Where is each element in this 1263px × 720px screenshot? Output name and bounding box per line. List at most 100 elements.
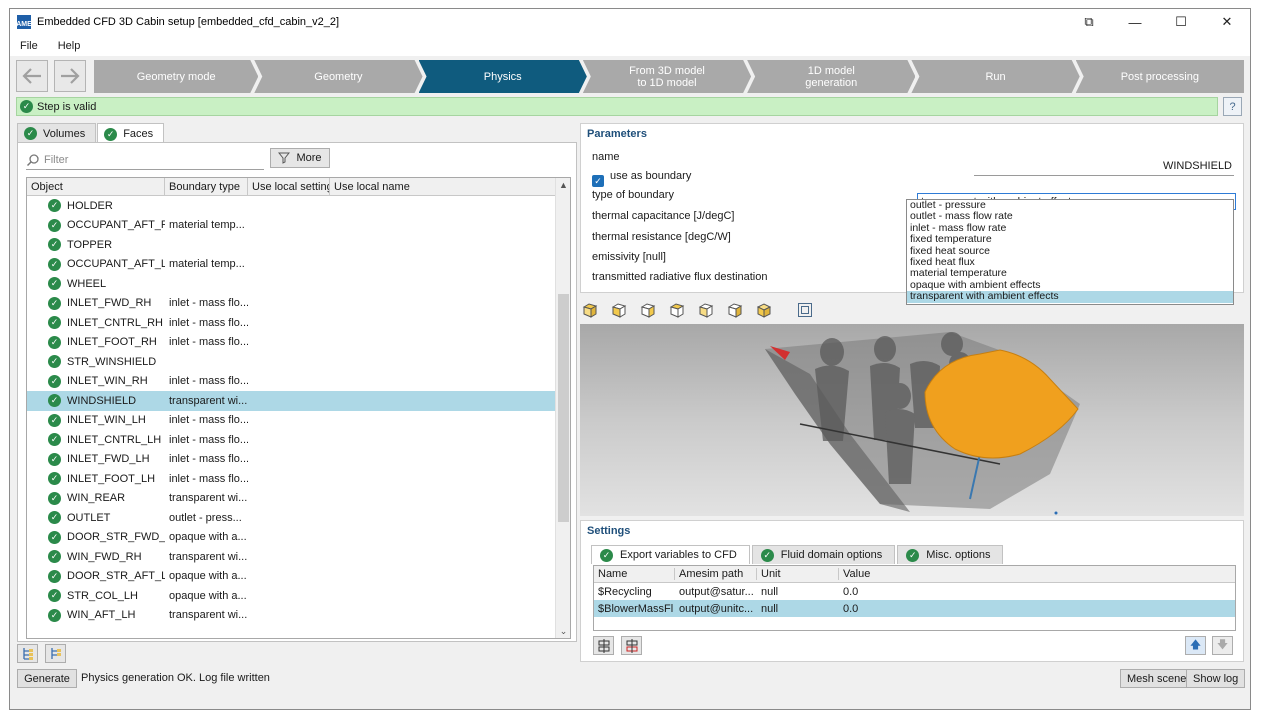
cube-iso-view-icon[interactable]	[754, 300, 774, 320]
minimize-button[interactable]: —	[1112, 9, 1158, 35]
menu-file[interactable]: File	[10, 40, 48, 52]
table-row[interactable]: ✓ DOOR_STR_FWD_RH opaque with a...	[27, 528, 556, 548]
table-row[interactable]: ✓ INLET_WIN_RH inlet - mass flo...	[27, 372, 556, 392]
step-post-processing[interactable]: Post processing	[1075, 60, 1244, 93]
object-cell: ✓ OCCUPANT_AFT_RH	[27, 218, 165, 232]
object-cell: ✓ WINDSHIELD	[27, 394, 165, 408]
more-button[interactable]: More	[270, 148, 330, 168]
generate-button[interactable]: Generate	[17, 669, 77, 688]
table-row[interactable]: $BlowerMassFl... output@unitc... null 0.0	[594, 600, 1235, 617]
tab-faces[interactable]: ✓ Faces	[97, 123, 165, 144]
cube-back-view-icon[interactable]	[609, 300, 629, 320]
scroll-up-icon[interactable]: ▲	[556, 178, 570, 192]
table-row[interactable]: ✓ INLET_WIN_LH inlet - mass flo...	[27, 411, 556, 431]
dropdown-option[interactable]: transparent with ambient effects	[907, 290, 1233, 303]
cube-front-view-icon[interactable]	[580, 300, 600, 320]
table-row[interactable]: ✓ INLET_FWD_LH inlet - mass flo...	[27, 450, 556, 470]
object-cell: ✓ WIN_FWD_RH	[27, 550, 165, 564]
table-row[interactable]: $Recycling output@satur... null 0.0	[594, 583, 1235, 600]
table-row[interactable]: ✓ WHEEL	[27, 274, 556, 294]
tab-fluid-domain[interactable]: ✓ Fluid domain options	[751, 545, 896, 564]
filter-input[interactable]: Filter	[26, 150, 264, 170]
column-use-local-settings[interactable]: Use local settings	[248, 178, 330, 196]
move-up-button[interactable]: 🡅	[1185, 636, 1206, 655]
thermal-capacitance-label: thermal capacitance [J/degC]	[592, 210, 735, 222]
3d-viewport[interactable]	[580, 324, 1244, 516]
table-row[interactable]: ✓ INLET_CNTRL_RH inlet - mass flo...	[27, 313, 556, 333]
dropdown-option[interactable]: fixed temperature	[907, 233, 1233, 245]
table-row[interactable]: ✓ HOLDER	[27, 196, 556, 216]
column-value[interactable]: Value	[839, 568, 1235, 580]
expand-all-button[interactable]	[17, 644, 38, 663]
step-1d-model[interactable]: 1D model generation	[747, 60, 915, 93]
maximize-button[interactable]: ☐	[1158, 9, 1204, 35]
name-field[interactable]: WINDSHIELD	[974, 160, 1234, 176]
table-row[interactable]: ✓ WINDSHIELD transparent wi...	[27, 391, 556, 411]
object-name: DOOR_STR_AFT_LH	[67, 570, 165, 583]
cube-top-view-icon[interactable]	[696, 300, 716, 320]
check-icon: ✓	[48, 589, 61, 603]
step-physics[interactable]: Physics	[419, 60, 587, 93]
validation-bar: ✓ Step is valid	[16, 97, 1218, 116]
table-row[interactable]: ✓ WIN_FWD_RH transparent wi...	[27, 547, 556, 567]
tab-export-variables[interactable]: ✓ Export variables to CFD	[591, 545, 750, 564]
step-label: Run	[985, 71, 1005, 83]
object-cell: ✓ DOOR_STR_AFT_LH	[27, 569, 165, 583]
table-row[interactable]: ✓ DOOR_STR_AFT_LH opaque with a...	[27, 567, 556, 587]
table-row[interactable]: ✓ OUTLET outlet - press...	[27, 508, 556, 528]
fit-view-icon[interactable]	[795, 300, 815, 320]
use-as-boundary-checkbox[interactable]: ✓	[592, 175, 604, 187]
mesh-scene-button[interactable]: Mesh scene	[1120, 669, 1194, 688]
back-button[interactable]	[16, 60, 48, 92]
table-row[interactable]: ✓ INLET_FOOT_LH inlet - mass flo...	[27, 469, 556, 489]
move-down-button[interactable]: 🡇	[1212, 636, 1233, 655]
cube-right-view-icon[interactable]	[667, 300, 687, 320]
step-geometry-mode[interactable]: Geometry mode	[94, 60, 258, 93]
column-unit[interactable]: Unit	[757, 568, 839, 580]
object-name: INLET_WIN_LH	[67, 414, 146, 427]
table-row[interactable]: ✓ INLET_CNTRL_LH inlet - mass flo...	[27, 430, 556, 450]
check-icon: ✓	[48, 608, 61, 622]
cube-bottom-view-icon[interactable]	[725, 300, 745, 320]
check-icon: ✓	[48, 316, 61, 330]
scrollbar-thumb[interactable]	[558, 294, 569, 522]
remove-variable-button[interactable]	[621, 636, 642, 655]
object-name: DOOR_STR_FWD_RH	[67, 531, 165, 544]
menu-help[interactable]: Help	[48, 40, 91, 52]
workflow-stepper: Geometry mode Geometry Physics From 3D mode…	[16, 60, 1244, 93]
table-row[interactable]: ✓ WIN_AFT_LH transparent wi...	[27, 606, 556, 626]
table-row[interactable]: ✓ TOPPER	[27, 235, 556, 255]
table-row[interactable]: ✓ OCCUPANT_AFT_RH material temp...	[27, 216, 556, 236]
table-row[interactable]: ✓ INLET_FOOT_RH inlet - mass flo...	[27, 333, 556, 353]
boundary-type-cell: inlet - mass flo...	[169, 336, 248, 349]
cube-left-view-icon[interactable]	[638, 300, 658, 320]
tab-misc-options[interactable]: ✓ Misc. options	[897, 545, 1004, 564]
use-as-boundary-label: use as boundary	[610, 170, 692, 182]
column-amesim-path[interactable]: Amesim path	[675, 568, 757, 580]
table-row[interactable]: ✓ OCCUPANT_AFT_LH material temp...	[27, 255, 556, 275]
forward-button[interactable]	[54, 60, 86, 92]
collapse-all-button[interactable]	[45, 644, 66, 663]
tree-collapse-icon	[50, 647, 61, 659]
column-name[interactable]: Name	[594, 568, 675, 580]
table-row[interactable]: ✓ INLET_FWD_RH inlet - mass flo...	[27, 294, 556, 314]
vertical-scrollbar[interactable]: ▲ ⌄	[555, 178, 570, 638]
column-object[interactable]: Object	[27, 178, 165, 196]
close-button[interactable]: ✕	[1204, 9, 1250, 35]
step-label-line1: Post processing	[1120, 70, 1199, 83]
restore-window-icon[interactable]: ⧉	[1066, 9, 1112, 35]
step-geometry[interactable]: Geometry	[254, 60, 422, 93]
tab-volumes[interactable]: ✓ Volumes	[17, 123, 97, 143]
table-row[interactable]: ✓ STR_WINSHIELD	[27, 352, 556, 372]
scroll-down-icon[interactable]: ⌄	[556, 624, 570, 638]
table-row[interactable]: ✓ WIN_REAR transparent wi...	[27, 489, 556, 509]
help-button[interactable]: ?	[1223, 97, 1242, 116]
column-boundary-type[interactable]: Boundary type	[165, 178, 248, 196]
column-use-local-name[interactable]: Use local name	[330, 178, 556, 196]
step-run[interactable]: Run	[911, 60, 1079, 93]
table-row[interactable]: ✓ STR_COL_LH opaque with a...	[27, 586, 556, 606]
search-icon	[26, 153, 39, 166]
show-log-button[interactable]: Show log	[1186, 669, 1246, 688]
add-variable-button[interactable]	[593, 636, 614, 655]
step-from-3d-model[interactable]: From 3D model to 1D model	[583, 60, 751, 93]
